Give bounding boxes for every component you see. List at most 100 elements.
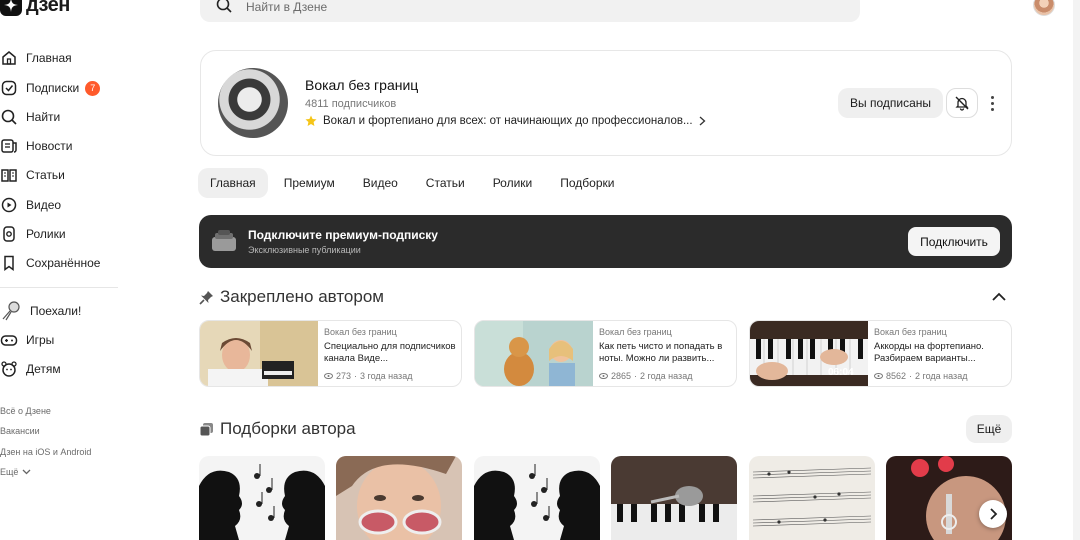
sidebar-item-label: Подписки	[26, 81, 80, 95]
tab-shorts[interactable]: Ролики	[481, 168, 545, 198]
tab-collections[interactable]: Подборки	[548, 168, 626, 198]
dzen-logo-icon	[0, 0, 22, 16]
sidebar-item-articles[interactable]: Статьи	[0, 162, 65, 188]
star-icon	[305, 115, 317, 126]
premium-stack-icon	[212, 230, 236, 251]
pinned-heading-text: Закреплено автором	[220, 287, 384, 306]
bell-off-icon	[955, 96, 969, 111]
bookmark-icon	[4, 255, 14, 271]
pinned-card-title: Аккорды на фортепиано. Разбираем вариант…	[874, 341, 984, 364]
pinned-card[interactable]: Вокал без границ Специально для подписчи…	[199, 320, 462, 387]
sidebar-item-games[interactable]: Игры	[0, 327, 54, 353]
publish-age: 3 года назад	[360, 371, 413, 381]
shorts-icon	[3, 226, 15, 242]
tab-premium[interactable]: Премиум	[272, 168, 347, 198]
sidebar-item-label: Сохранённое	[26, 256, 101, 270]
view-count: 2865	[611, 371, 632, 381]
search-input[interactable]	[246, 0, 806, 14]
channel-avatar[interactable]	[218, 68, 288, 138]
meta-separator: ·	[634, 371, 638, 381]
channel-description[interactable]: Вокал и фортепиано для всех: от начинающ…	[305, 115, 706, 127]
more-options-icon[interactable]	[986, 92, 998, 114]
sidebar-item-label: Видео	[26, 198, 62, 212]
pinned-card-meta: 273 · 3 года назад	[324, 371, 412, 381]
collapse-chevron-icon[interactable]	[990, 290, 1008, 304]
collection-tile[interactable]	[749, 456, 875, 540]
chevron-right-icon	[699, 116, 706, 126]
sidebar-item-kids[interactable]: Детям	[0, 356, 61, 382]
pinned-card-author: Вокал без границ	[599, 327, 672, 337]
view-count: 8562	[886, 371, 907, 381]
premium-connect-button[interactable]: Подключить	[908, 227, 1000, 256]
user-avatar[interactable]	[1033, 0, 1055, 16]
sidebar-item-label: Найти	[26, 110, 61, 124]
search-bar[interactable]	[200, 0, 860, 22]
collections-more-button[interactable]: Ещё	[966, 415, 1012, 443]
sidebar-item-label: Статьи	[26, 168, 65, 182]
channel-name[interactable]: Вокал без границ	[305, 77, 418, 93]
tab-main[interactable]: Главная	[198, 168, 268, 198]
channel-tabs: Главная Премиум Видео Статьи Ролики Подб…	[198, 168, 626, 198]
pin-icon	[199, 290, 213, 305]
publish-age: 2 года назад	[640, 371, 693, 381]
pinned-card-meta: 8562 · 2 года назад	[874, 371, 967, 381]
link-more[interactable]: Ещё	[0, 467, 31, 477]
sidebar-item-label: Новости	[26, 139, 73, 153]
sidebar-item-label: Поехали!	[30, 304, 82, 318]
sidebar-item-search[interactable]: Найти	[0, 104, 60, 130]
link-vacancies[interactable]: Вакансии	[0, 426, 40, 436]
pinned-heading: Закреплено автором	[199, 287, 384, 307]
tab-articles[interactable]: Статьи	[414, 168, 477, 198]
collection-tile[interactable]	[199, 456, 325, 540]
eye-icon	[324, 373, 333, 379]
pinned-card-author: Вокал без границ	[874, 327, 947, 337]
channel-description-text: Вокал и фортепиано для всех: от начинающ…	[323, 115, 693, 127]
page-scrollbar[interactable]	[1073, 0, 1080, 540]
articles-icon	[1, 169, 17, 182]
notifications-off-button[interactable]	[946, 88, 978, 118]
sidebar-item-saved[interactable]: Сохранённое	[0, 250, 100, 276]
video-thumbnail	[200, 321, 318, 386]
gamepad-icon	[0, 335, 18, 346]
pinned-card-title: Как петь чисто и попадать в ноты. Можно …	[599, 341, 723, 364]
subscribed-button[interactable]: Вы подписаны	[838, 88, 943, 118]
premium-title: Подключите премиум-подписку	[248, 228, 438, 242]
sidebar-item-label: Игры	[26, 333, 55, 347]
dzen-logo[interactable]: дзен	[0, 0, 70, 18]
link-about-dzen[interactable]: Всё о Дзене	[0, 406, 51, 416]
meta-separator: ·	[909, 371, 913, 381]
sidebar-item-label: Главная	[26, 51, 72, 65]
collection-stack-icon	[199, 422, 213, 436]
home-icon	[2, 51, 16, 65]
sidebar-item-news[interactable]: Новости	[0, 133, 72, 159]
collection-tile[interactable]	[611, 456, 737, 540]
sidebar-item-home[interactable]: Главная	[0, 45, 72, 71]
link-mobile-apps[interactable]: Дзен на iOS и Android	[0, 447, 91, 457]
eye-icon	[599, 373, 608, 379]
kids-icon	[1, 361, 17, 377]
collections-next-button[interactable]	[979, 500, 1007, 528]
sidebar-item-label: Ролики	[26, 227, 66, 241]
link-more-label: Ещё	[0, 467, 19, 477]
sidebar-item-shorts[interactable]: Ролики	[0, 221, 66, 247]
view-count: 273	[336, 371, 352, 381]
sidebar-item-label: Детям	[26, 362, 61, 376]
video-icon	[1, 197, 17, 213]
pinned-card[interactable]: Вокал без границ Как петь чисто и попада…	[474, 320, 737, 387]
collection-tile[interactable]	[336, 456, 462, 540]
sidebar-item-video[interactable]: Видео	[0, 192, 61, 218]
chevron-down-icon	[22, 469, 31, 475]
sidebar-item-poehali[interactable]: Поехали!	[0, 298, 81, 324]
collections-heading: Подборки автора	[199, 419, 356, 439]
tab-video[interactable]: Видео	[351, 168, 410, 198]
pinned-card-title: Специально для подписчиков канала Виде..…	[324, 341, 456, 364]
dzen-logo-text: дзен	[26, 0, 70, 16]
pinned-card[interactable]: 06:04 Вокал без границ Аккорды на фортеп…	[749, 320, 1012, 387]
chevron-right-icon	[989, 508, 997, 520]
search-icon	[216, 0, 232, 18]
news-icon	[1, 139, 17, 153]
video-thumbnail	[475, 321, 593, 386]
sidebar-item-subscriptions[interactable]: Подписки 7	[0, 75, 101, 101]
notification-badge: 7	[85, 80, 101, 96]
collection-tile[interactable]	[474, 456, 600, 540]
